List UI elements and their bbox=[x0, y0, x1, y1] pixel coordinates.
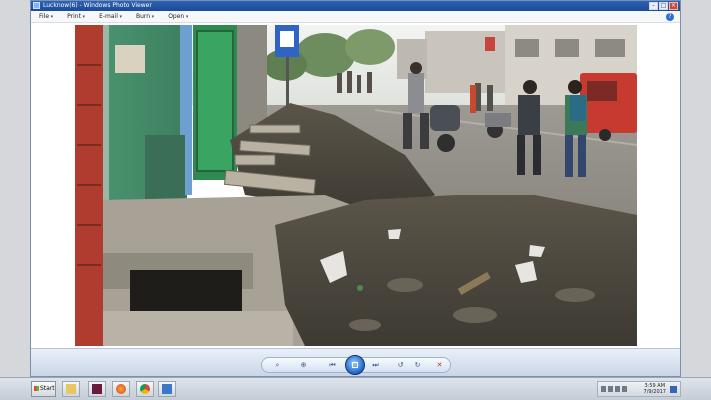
firefox-icon[interactable] bbox=[112, 381, 130, 397]
explorer-icon[interactable] bbox=[62, 381, 80, 397]
help-icon[interactable]: ? bbox=[666, 13, 674, 21]
action-center-icon[interactable] bbox=[670, 386, 677, 393]
menu-file[interactable]: File bbox=[39, 11, 53, 23]
menu-print[interactable]: Print bbox=[67, 11, 85, 23]
street-photo bbox=[75, 25, 637, 346]
taskbar: Start 3:59 AM 7/9/2017 bbox=[0, 377, 711, 400]
photo-viewer-window: Lucknow(6) - Windows Photo Viewer – □ × … bbox=[30, 0, 681, 377]
clock[interactable]: 3:59 AM 7/9/2017 bbox=[644, 383, 666, 395]
image-viewport[interactable] bbox=[31, 23, 680, 348]
maximize-icon[interactable]: □ bbox=[659, 2, 668, 10]
minimize-icon[interactable]: – bbox=[649, 2, 658, 10]
close-icon[interactable]: × bbox=[669, 2, 678, 10]
rotate-left-icon[interactable]: ↺ bbox=[395, 360, 406, 370]
tray-icons bbox=[601, 386, 627, 392]
previous-icon[interactable]: ⏮ bbox=[327, 360, 338, 370]
window-controls: – □ × bbox=[649, 2, 678, 10]
actual-size-icon[interactable]: ⊕ bbox=[298, 360, 309, 370]
viewer-control-bar: ⌕ ⊕ ⏮ ⏭ ↺ ↻ ✕ bbox=[31, 348, 680, 376]
zoom-icon[interactable]: ⌕ bbox=[272, 360, 283, 370]
windows-flag-icon bbox=[34, 386, 39, 391]
control-group: ⌕ ⊕ ⏮ ⏭ ↺ ↻ ✕ bbox=[261, 355, 451, 375]
next-icon[interactable]: ⏭ bbox=[370, 360, 381, 370]
clock-date: 7/9/2017 bbox=[643, 389, 666, 395]
start-label: Start bbox=[40, 385, 55, 392]
language-icon[interactable] bbox=[622, 386, 627, 392]
menu-email[interactable]: E-mail bbox=[99, 11, 122, 23]
window-title: Lucknow(6) - Windows Photo Viewer bbox=[43, 2, 152, 9]
photo-viewer-taskbar-icon[interactable] bbox=[158, 381, 176, 397]
indesign-icon[interactable] bbox=[88, 381, 106, 397]
battery-icon[interactable] bbox=[615, 386, 620, 392]
photo-viewer-icon bbox=[33, 2, 40, 9]
menu-burn[interactable]: Burn bbox=[136, 11, 154, 23]
slideshow-icon[interactable] bbox=[345, 355, 365, 375]
network-icon[interactable] bbox=[601, 386, 606, 392]
menu-bar: File Print E-mail Burn Open ? bbox=[31, 11, 680, 23]
delete-icon[interactable]: ✕ bbox=[434, 360, 445, 370]
menu-open[interactable]: Open bbox=[168, 11, 188, 23]
system-tray: 3:59 AM 7/9/2017 bbox=[597, 381, 681, 397]
start-button[interactable]: Start bbox=[31, 381, 56, 397]
rotate-right-icon[interactable]: ↻ bbox=[412, 360, 423, 370]
chrome-icon[interactable] bbox=[136, 381, 154, 397]
title-bar[interactable]: Lucknow(6) - Windows Photo Viewer – □ × bbox=[31, 1, 680, 11]
volume-icon[interactable] bbox=[608, 386, 613, 392]
